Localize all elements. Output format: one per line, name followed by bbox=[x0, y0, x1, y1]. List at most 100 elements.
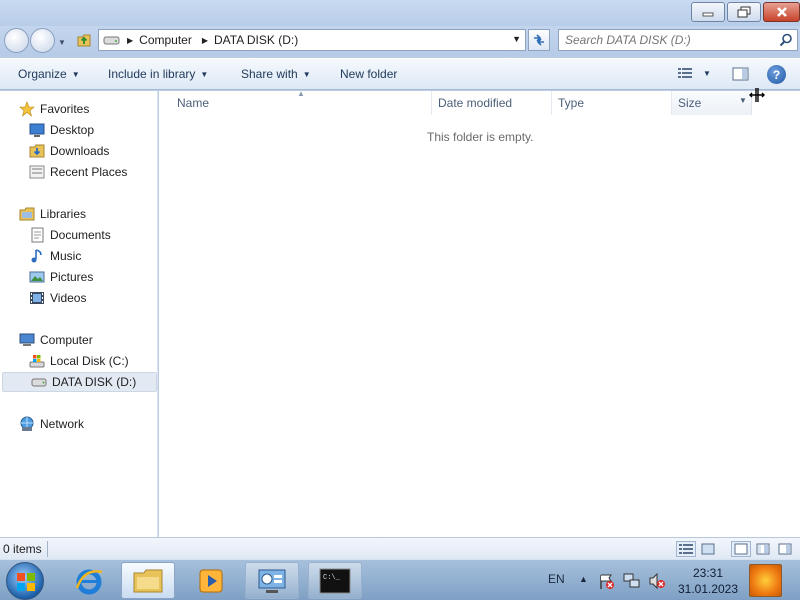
share-with-menu[interactable]: Share with ▼ bbox=[241, 67, 311, 81]
search-box[interactable] bbox=[558, 29, 798, 51]
empty-folder-message: This folder is empty. bbox=[427, 130, 534, 144]
status-divider bbox=[47, 541, 48, 557]
close-button[interactable] bbox=[763, 2, 800, 22]
layout-toggle-group bbox=[731, 541, 795, 557]
nav-libraries-label: Libraries bbox=[40, 207, 87, 221]
recent-pages-dropdown[interactable]: ▼ bbox=[58, 38, 66, 47]
nav-favorites-label: Favorites bbox=[40, 102, 90, 116]
nav-item-recent-places[interactable]: Recent Places bbox=[29, 162, 127, 182]
language-indicator[interactable]: EN bbox=[548, 572, 565, 586]
documents-icon bbox=[31, 227, 44, 243]
large-icons-view-button[interactable] bbox=[698, 541, 718, 557]
organize-menu[interactable]: Organize ▼ bbox=[18, 67, 80, 81]
nav-item-label: Recent Places bbox=[50, 165, 128, 179]
column-header-size[interactable]: Size bbox=[678, 96, 701, 110]
address-row: ▼ ▶ Computer ▶ DATA DISK (D:) ▼ bbox=[0, 26, 800, 56]
organize-label: Organize bbox=[18, 67, 67, 81]
nav-computer[interactable]: Computer bbox=[19, 330, 93, 350]
videos-icon bbox=[30, 292, 44, 304]
clock-time: 23:31 bbox=[692, 566, 724, 580]
nav-favorites[interactable]: Favorites bbox=[19, 99, 89, 119]
nav-item-label: Documents bbox=[50, 228, 111, 242]
column-header-type[interactable]: Type bbox=[558, 96, 584, 110]
nav-item-downloads[interactable]: Downloads bbox=[29, 141, 109, 161]
libraries-icon bbox=[19, 207, 35, 221]
restore-icon bbox=[737, 6, 751, 18]
downloads-folder-icon bbox=[29, 144, 45, 158]
nav-item-label: Videos bbox=[50, 291, 87, 305]
nav-item-label: Downloads bbox=[50, 144, 110, 158]
drive-icon bbox=[103, 36, 120, 45]
column-divider[interactable] bbox=[671, 91, 672, 115]
minimize-icon bbox=[702, 12, 714, 17]
nav-item-music[interactable]: Music bbox=[29, 246, 81, 266]
window-layout-icon bbox=[734, 543, 748, 555]
address-history-dropdown-icon[interactable]: ▼ bbox=[512, 34, 521, 44]
breadcrumb-separator-icon[interactable]: ▶ bbox=[202, 36, 208, 45]
star-icon bbox=[19, 101, 35, 117]
taskbar-command-prompt[interactable]: C:\_ bbox=[308, 562, 362, 599]
nav-network[interactable]: Network bbox=[19, 414, 84, 434]
back-button[interactable] bbox=[4, 28, 29, 53]
volume-muted-icon[interactable] bbox=[648, 572, 666, 590]
nav-item-pictures[interactable]: Pictures bbox=[29, 267, 93, 287]
breadcrumb-data-disk[interactable]: DATA DISK (D:) bbox=[214, 33, 298, 47]
folder-icon bbox=[133, 569, 163, 592]
chevron-down-icon: ▼ bbox=[302, 69, 311, 79]
column-divider[interactable] bbox=[551, 91, 552, 115]
nav-item-data-disk-d[interactable]: DATA DISK (D:) bbox=[2, 372, 157, 392]
column-divider[interactable] bbox=[431, 91, 432, 115]
window-titlebar bbox=[0, 0, 800, 26]
help-button[interactable]: ? bbox=[767, 65, 786, 84]
file-list-pane[interactable]: ▲ Name Date modified Type Size ▼ This fo… bbox=[159, 88, 800, 537]
details-pane-button[interactable] bbox=[753, 541, 773, 557]
folder-up-icon[interactable] bbox=[76, 32, 92, 48]
svg-text:C:\_: C:\_ bbox=[323, 574, 341, 582]
refresh-button[interactable] bbox=[528, 29, 550, 51]
nav-libraries[interactable]: Libraries bbox=[19, 204, 86, 224]
nav-item-label: Music bbox=[50, 249, 82, 263]
no-pane-button[interactable] bbox=[731, 541, 751, 557]
minimize-button[interactable] bbox=[691, 2, 725, 22]
preview-pane-button[interactable] bbox=[775, 541, 795, 557]
address-bar[interactable]: ▶ Computer ▶ DATA DISK (D:) ▼ bbox=[98, 29, 526, 51]
taskbar-windows-explorer[interactable] bbox=[121, 562, 175, 599]
computer-icon bbox=[19, 333, 35, 346]
column-filter-dropdown-icon[interactable]: ▼ bbox=[739, 96, 747, 105]
internet-explorer-icon bbox=[75, 569, 103, 594]
show-hidden-icons-icon[interactable]: ▲ bbox=[579, 574, 588, 584]
breadcrumb-computer[interactable]: Computer bbox=[139, 33, 192, 47]
details-view-button[interactable] bbox=[676, 541, 696, 557]
forward-button[interactable] bbox=[30, 28, 55, 53]
taskbar-control-panel[interactable] bbox=[245, 562, 299, 599]
show-desktop-button[interactable] bbox=[749, 564, 782, 597]
include-in-library-menu[interactable]: Include in library ▼ bbox=[108, 67, 208, 81]
chevron-down-icon[interactable]: ▼ bbox=[703, 69, 711, 78]
media-player-icon bbox=[199, 569, 223, 592]
new-folder-button[interactable]: New folder bbox=[340, 67, 397, 81]
preview-pane-icon[interactable] bbox=[732, 67, 750, 82]
breadcrumb-separator-icon[interactable]: ▶ bbox=[127, 36, 133, 45]
system-clock[interactable]: 23:31 31.01.2023 bbox=[672, 565, 744, 597]
network-status-icon[interactable] bbox=[623, 572, 641, 590]
nav-item-videos[interactable]: Videos bbox=[29, 288, 86, 308]
nav-item-documents[interactable]: Documents bbox=[29, 225, 111, 245]
change-view-button[interactable]: ▼ bbox=[677, 66, 711, 80]
search-icon[interactable] bbox=[779, 33, 793, 47]
taskbar-media-player[interactable] bbox=[184, 562, 238, 599]
column-header-name[interactable]: Name bbox=[177, 96, 209, 110]
column-header-date-modified[interactable]: Date modified bbox=[438, 96, 512, 110]
recent-places-icon bbox=[29, 165, 45, 179]
chevron-down-icon: ▼ bbox=[200, 69, 209, 79]
refresh-icon bbox=[534, 34, 544, 46]
sort-ascending-icon: ▲ bbox=[297, 89, 305, 98]
nav-item-desktop[interactable]: Desktop bbox=[29, 120, 94, 140]
search-input[interactable] bbox=[565, 33, 765, 47]
taskbar-internet-explorer[interactable] bbox=[62, 562, 116, 599]
restore-button[interactable] bbox=[727, 2, 761, 22]
desktop-icon bbox=[29, 123, 45, 137]
nav-item-local-disk-c[interactable]: Local Disk (C:) bbox=[29, 351, 129, 371]
action-center-icon[interactable] bbox=[598, 572, 616, 590]
start-button[interactable] bbox=[6, 562, 44, 600]
taskbar: C:\_ EN ▲ 23:31 31.01.2023 bbox=[0, 559, 800, 600]
